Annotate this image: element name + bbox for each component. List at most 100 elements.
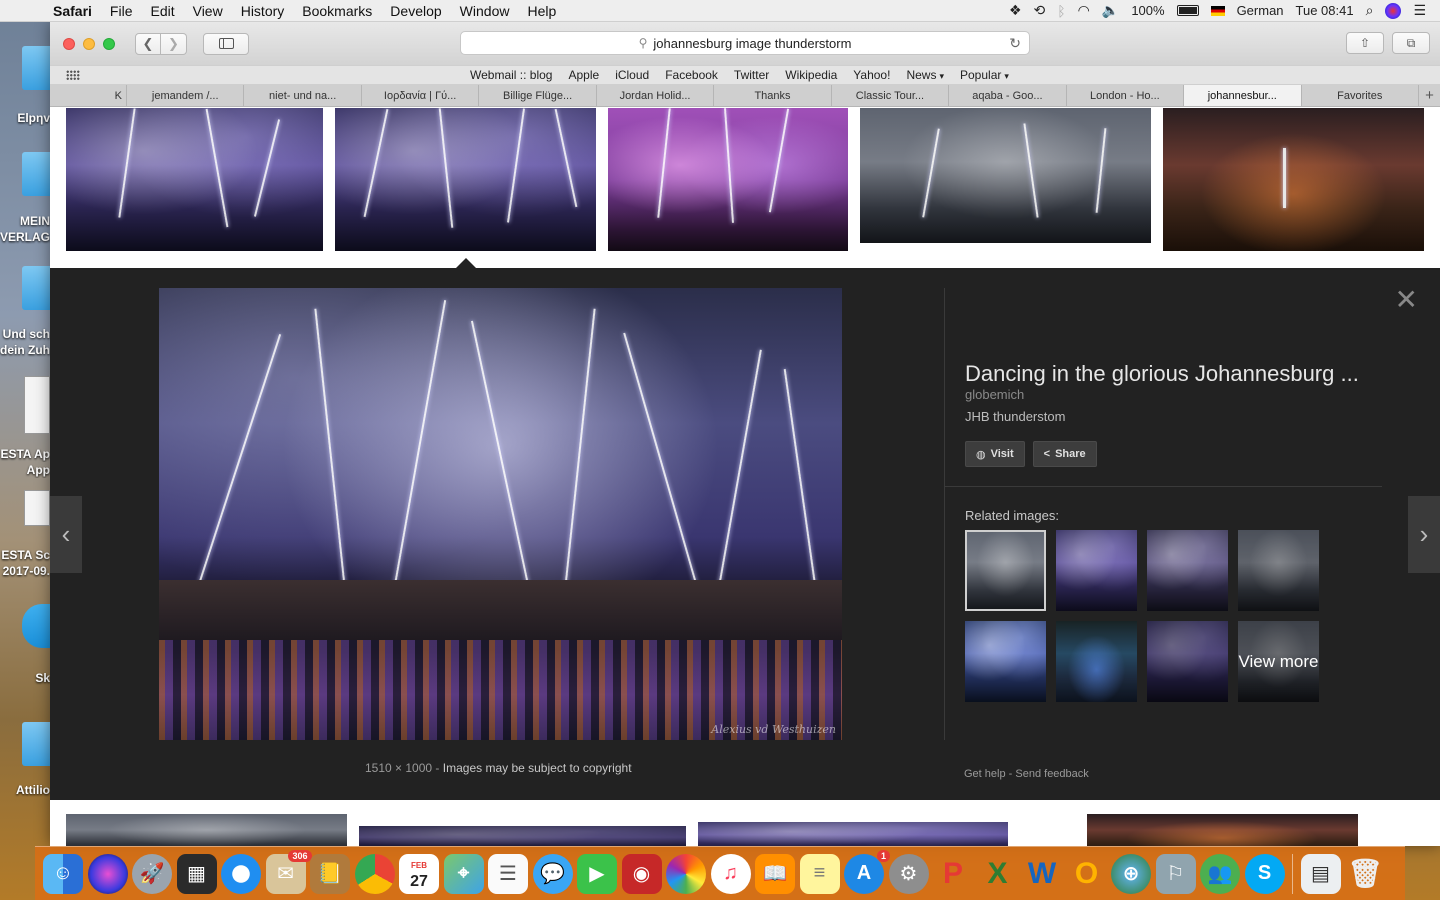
calendar-icon[interactable]: FEB 27 [399, 853, 439, 894]
desktop-document-icon[interactable] [24, 376, 50, 434]
result-thumbnail[interactable] [1087, 814, 1358, 846]
view-more-related-button[interactable]: View more [1238, 621, 1319, 702]
share-toolbar-button[interactable]: ⇧ [1346, 32, 1384, 54]
favorite-wikipedia[interactable]: Wikipedia [785, 68, 837, 82]
downloads-stack-icon[interactable]: ▤ [1300, 853, 1341, 894]
tab[interactable]: Billige Flüge... [478, 85, 595, 106]
result-thumbnail[interactable] [608, 108, 848, 251]
related-image[interactable] [1056, 530, 1137, 611]
finder-icon[interactable]: ☺ [43, 853, 83, 894]
forward-button[interactable]: ❯ [161, 32, 187, 55]
wifi-icon[interactable]: ◠ [1078, 2, 1090, 19]
itunes-icon[interactable]: ♫ [710, 853, 751, 894]
tab[interactable]: Jordan Holid... [595, 85, 713, 106]
word-icon[interactable]: W [1022, 854, 1062, 894]
spotlight-search-icon[interactable]: ⌕ [1366, 2, 1374, 19]
menu-file[interactable]: File [101, 3, 142, 19]
preview-image[interactable]: Alexius vd Westhuizen [159, 288, 842, 740]
send-feedback-link[interactable]: Send feedback [1015, 768, 1088, 780]
powerpoint-icon[interactable]: P [933, 854, 973, 894]
close-window-button[interactable] [63, 37, 75, 50]
reload-icon[interactable]: ↻ [1009, 35, 1021, 52]
tab[interactable]: Thanks [713, 85, 830, 106]
preview-source[interactable]: globemich [965, 387, 1024, 402]
tab[interactable]: jemandem /... [126, 85, 243, 106]
related-image[interactable] [965, 621, 1046, 702]
previous-image-button[interactable]: ‹ [50, 496, 82, 573]
menu-help[interactable]: Help [518, 3, 565, 19]
outlook-icon[interactable]: O [1067, 854, 1107, 894]
menu-history[interactable]: History [232, 3, 294, 19]
tab[interactable]: Classic Tour... [830, 85, 948, 106]
desktop-folder-icon[interactable] [22, 152, 50, 196]
siri-icon[interactable] [87, 853, 128, 894]
battery-percent[interactable]: 100% [1131, 3, 1164, 18]
desktop-folder-icon[interactable] [22, 46, 50, 90]
favorite-webmail[interactable]: Webmail :: blog [470, 68, 552, 82]
menu-edit[interactable]: Edit [141, 3, 183, 19]
german-flag-icon[interactable] [1210, 5, 1225, 16]
favorite-yahoo[interactable]: Yahoo! [853, 68, 890, 82]
maps-icon[interactable]: ⌖ [443, 853, 484, 894]
menu-window[interactable]: Window [451, 3, 519, 19]
siri-icon[interactable] [1385, 2, 1402, 19]
tab[interactable]: K [50, 85, 126, 106]
facetime-icon[interactable]: ▶ [577, 853, 617, 894]
photo-booth-icon[interactable]: ◉ [621, 853, 662, 894]
ibooks-icon[interactable]: 📖 [755, 853, 795, 894]
bluetooth-icon[interactable]: ᛒ [1057, 3, 1065, 19]
result-thumbnail[interactable] [66, 108, 323, 251]
show-all-tabs-button[interactable]: ⧉ [1392, 32, 1430, 54]
result-thumbnail-selected[interactable] [335, 108, 596, 251]
excel-icon[interactable]: X [978, 854, 1018, 894]
remote-desktop-icon[interactable]: ⚐ [1155, 853, 1196, 894]
tab[interactable]: Ιορδανία | Γύ... [360, 85, 478, 106]
result-thumbnail[interactable] [860, 108, 1151, 243]
fullscreen-window-button[interactable] [103, 37, 115, 50]
favorite-popular-folder[interactable]: Popular ▾ [960, 68, 1009, 82]
next-image-button[interactable]: › [1408, 496, 1440, 573]
back-button[interactable]: ❮ [135, 32, 161, 55]
mail-icon[interactable]: ✉ 306 [265, 849, 312, 894]
contacts-icon[interactable]: 📒 [310, 853, 350, 894]
safari-icon[interactable] [221, 853, 261, 894]
result-thumbnail[interactable] [359, 826, 686, 846]
launchpad-icon[interactable]: 🚀 [132, 853, 172, 894]
favorite-twitter[interactable]: Twitter [734, 68, 769, 82]
menu-app-name[interactable]: Safari [44, 3, 101, 19]
address-bar[interactable]: ⚲ johannesburg image thunderstorm ↻ [460, 31, 1030, 55]
related-image[interactable] [1147, 621, 1228, 702]
battery-icon[interactable] [1176, 5, 1199, 16]
tab[interactable]: London - Ho... [1065, 85, 1183, 106]
reminders-icon[interactable]: ☰ [488, 853, 528, 894]
notes-icon[interactable]: ≡ [799, 853, 840, 894]
visit-button[interactable]: ◍ Visit [965, 441, 1025, 467]
tab-active[interactable]: johannesbur... [1183, 85, 1301, 106]
notification-center-icon[interactable]: ☰ [1413, 2, 1426, 19]
menu-bookmarks[interactable]: Bookmarks [293, 3, 381, 19]
volume-icon[interactable]: 🔈 [1102, 2, 1119, 19]
skype-desktop-icon[interactable] [22, 604, 50, 648]
share-button[interactable]: < Share [1032, 441, 1097, 467]
get-help-link[interactable]: Get help [964, 768, 1006, 780]
related-image[interactable] [1147, 530, 1228, 611]
mission-control-icon[interactable]: ▦ [176, 853, 217, 894]
input-source-label[interactable]: German [1237, 3, 1284, 18]
messages-icon[interactable]: 💬 [532, 853, 573, 894]
contacts-group-icon[interactable]: 👥 [1200, 853, 1240, 894]
time-machine-icon[interactable]: ⟲ [1034, 2, 1046, 19]
desktop-screenshot-icon[interactable] [24, 490, 50, 526]
menu-develop[interactable]: Develop [381, 3, 450, 19]
favorite-news-folder[interactable]: News ▾ [906, 68, 944, 82]
menu-view[interactable]: View [184, 3, 232, 19]
tab[interactable]: aqaba - Goo... [948, 85, 1065, 106]
dropbox-icon[interactable]: ❖ [1009, 2, 1022, 19]
favorite-apple[interactable]: Apple [568, 68, 599, 82]
photos-icon[interactable] [666, 853, 706, 894]
network-globe-icon[interactable]: ⊕ [1111, 853, 1151, 894]
trash-icon[interactable]: 🗑 [1345, 854, 1385, 894]
sidebar-toggle-button[interactable] [203, 32, 249, 55]
favorite-facebook[interactable]: Facebook [665, 68, 718, 82]
result-thumbnail[interactable] [1163, 108, 1424, 251]
chrome-icon[interactable] [354, 853, 395, 894]
